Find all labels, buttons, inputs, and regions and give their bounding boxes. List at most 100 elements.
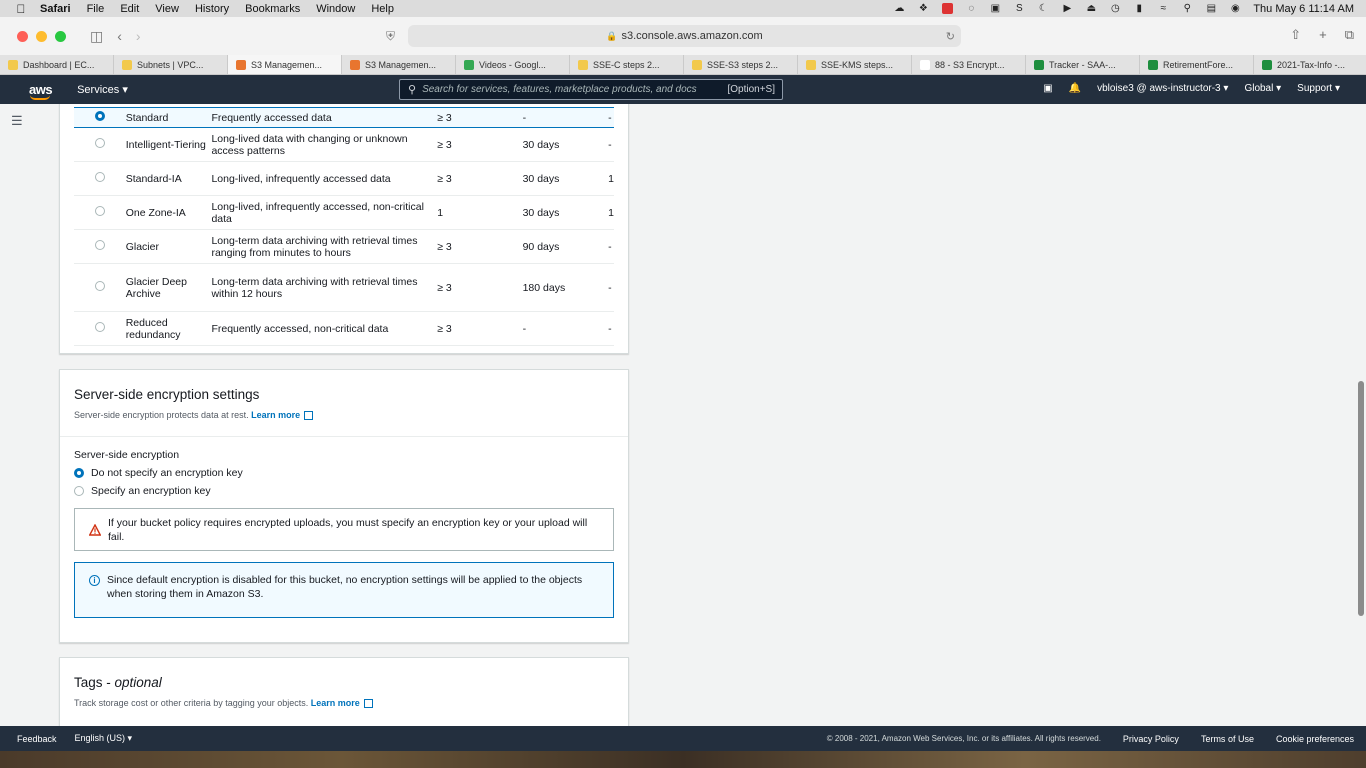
tab-overview-icon[interactable]: ⧉: [1345, 27, 1354, 43]
account-menu[interactable]: vbloise3 @ aws-instructor-3 ▾: [1097, 83, 1228, 94]
browser-tab[interactable]: Dashboard | EC...: [0, 55, 114, 74]
siri-icon[interactable]: ◉: [1229, 3, 1241, 14]
menu-safari[interactable]: Safari: [40, 3, 71, 15]
eject-icon[interactable]: ⏏: [1085, 3, 1097, 14]
storage-class-row[interactable]: Standard-IA Long-lived, infrequently acce…: [74, 161, 614, 196]
browser-tab[interactable]: SSE-KMS steps...: [798, 55, 912, 74]
loading-icon[interactable]: ◌: [965, 3, 977, 14]
back-icon[interactable]: ‹: [117, 28, 122, 44]
radio-cell[interactable]: [74, 311, 126, 346]
services-menu[interactable]: Services ▾: [77, 83, 128, 96]
browser-tab[interactable]: SSE-S3 steps 2...: [684, 55, 798, 74]
close-window-button[interactable]: [17, 30, 28, 42]
browser-tab[interactable]: SSE-C steps 2...: [570, 55, 684, 74]
radio-specify-key[interactable]: [74, 486, 84, 496]
menu-view[interactable]: View: [155, 3, 179, 15]
privacy-policy-link[interactable]: Privacy Policy: [1123, 734, 1179, 744]
storage-class-row[interactable]: Intelligent-Tiering Long-lived data with …: [74, 127, 614, 162]
spotlight-icon[interactable]: ⚲: [1181, 3, 1193, 14]
browser-tab[interactable]: Videos - Googl...: [456, 55, 570, 74]
notifications-bell-icon[interactable]: 🔔: [1069, 83, 1081, 94]
tags-learn-more-link[interactable]: Learn more: [311, 698, 360, 708]
reload-icon[interactable]: ↻: [946, 30, 955, 43]
dropbox-icon[interactable]: ❖: [917, 3, 929, 14]
copyright-text: © 2008 - 2021, Amazon Web Services, Inc.…: [826, 734, 1101, 743]
storage-class-radio[interactable]: [94, 322, 105, 332]
time-machine-icon[interactable]: ◷: [1109, 3, 1121, 14]
radio-no-encryption-key[interactable]: Do not specify an encryption key: [74, 467, 243, 479]
privacy-shield-icon[interactable]: ⛨: [386, 29, 395, 44]
encryption-learn-more-link[interactable]: Learn more: [251, 410, 300, 420]
menu-edit[interactable]: Edit: [120, 3, 139, 15]
apple-icon[interactable]: : [14, 2, 28, 16]
aws-search-input[interactable]: ⚲ Search for services, features, marketp…: [399, 79, 783, 100]
tags-optional-label: optional: [114, 675, 162, 690]
app-icon[interactable]: [941, 3, 953, 14]
play-icon[interactable]: ▶: [1061, 3, 1073, 14]
sidebar-icon[interactable]: ◫: [90, 28, 103, 45]
region-menu[interactable]: Global ▾: [1244, 83, 1281, 94]
menu-window[interactable]: Window: [316, 3, 355, 15]
minimize-window-button[interactable]: [36, 30, 47, 42]
browser-tab[interactable]: RetirementFore...: [1140, 55, 1254, 74]
storage-class-row[interactable]: Standard Frequently accessed data ≥ 3 - -: [74, 107, 614, 128]
moon-icon[interactable]: ☾: [1037, 3, 1049, 14]
control-center-icon[interactable]: ▤: [1205, 3, 1217, 14]
radio-cell[interactable]: [74, 161, 126, 196]
battery-icon[interactable]: ▮: [1133, 3, 1145, 14]
storage-class-radio[interactable]: [94, 240, 105, 250]
radio-cell[interactable]: [74, 127, 126, 162]
browser-tab[interactable]: S3 Managemen...: [342, 55, 456, 74]
external-link-icon[interactable]: [363, 699, 373, 709]
radio-cell[interactable]: [74, 107, 126, 128]
support-menu[interactable]: Support ▾: [1297, 83, 1340, 94]
browser-tab[interactable]: S3 Managemen...: [228, 55, 342, 74]
encryption-field-label: Server-side encryption: [74, 449, 180, 461]
storage-class-radio[interactable]: [94, 206, 105, 216]
storage-class-use-case: Long-term data archiving with retrieval …: [211, 275, 418, 300]
new-tab-icon[interactable]: +: [1319, 27, 1327, 43]
menu-file[interactable]: File: [87, 3, 105, 15]
language-selector[interactable]: English (US) ▾: [75, 733, 133, 744]
menu-history[interactable]: History: [195, 3, 229, 15]
storage-class-row[interactable]: Glacier Deep Archive Long-term data archi…: [74, 263, 614, 312]
menubar-clock[interactable]: Thu May 6 11:14 AM: [1253, 3, 1354, 15]
storage-class-radio[interactable]: [94, 138, 105, 148]
storage-class-radio[interactable]: [94, 281, 105, 291]
radio-cell[interactable]: [74, 195, 126, 230]
forward-icon[interactable]: ›: [136, 28, 141, 44]
feedback-link[interactable]: Feedback: [17, 734, 57, 744]
radio-no-key-selected[interactable]: [74, 468, 84, 478]
storage-class-row[interactable]: Glacier Long-term data archiving with ret…: [74, 229, 614, 264]
radio-specify-encryption-key[interactable]: Specify an encryption key: [74, 485, 211, 497]
storage-class-radio[interactable]: [94, 172, 105, 182]
cloud-icon[interactable]: ☁: [893, 3, 905, 14]
storage-class-radio[interactable]: [94, 111, 105, 121]
wifi-icon[interactable]: ≈: [1157, 3, 1169, 14]
radio-cell[interactable]: [74, 263, 126, 312]
cookie-preferences-link[interactable]: Cookie preferences: [1276, 734, 1354, 744]
browser-tab[interactable]: 88 - S3 Encrypt...: [912, 55, 1026, 74]
browser-tab[interactable]: Tracker - SAA-...: [1026, 55, 1140, 74]
radio-cell[interactable]: [74, 229, 126, 264]
storage-class-az-count-cell: 1: [437, 195, 523, 230]
share-icon[interactable]: ⇧: [1290, 27, 1301, 43]
hamburger-menu-icon[interactable]: ☰: [11, 113, 23, 129]
storage-class-az-count: ≥ 3: [437, 322, 452, 335]
browser-tab[interactable]: 2021-Tax-Info -...: [1254, 55, 1366, 74]
terms-of-use-link[interactable]: Terms of Use: [1201, 734, 1254, 744]
storage-class-row[interactable]: Reduced redundancy Frequently accessed, n…: [74, 311, 614, 346]
page-scrollbar[interactable]: [1358, 381, 1364, 616]
display-icon[interactable]: ▣: [989, 3, 1001, 14]
storage-class-row[interactable]: One Zone-IA Long-lived, infrequently acce…: [74, 195, 614, 230]
s-app-icon[interactable]: S: [1013, 3, 1025, 14]
browser-tab[interactable]: Subnets | VPC...: [114, 55, 228, 74]
menu-help[interactable]: Help: [371, 3, 394, 15]
aws-logo[interactable]: aws: [29, 82, 53, 100]
cloudshell-icon[interactable]: ▣: [1043, 83, 1052, 94]
storage-class-name-cell: Intelligent-Tiering: [125, 127, 212, 162]
zoom-window-button[interactable]: [55, 30, 66, 42]
address-bar[interactable]: 🔒 s3.console.aws.amazon.com ↻: [408, 25, 961, 47]
external-link-icon[interactable]: [304, 411, 314, 421]
menu-bookmarks[interactable]: Bookmarks: [245, 3, 300, 15]
